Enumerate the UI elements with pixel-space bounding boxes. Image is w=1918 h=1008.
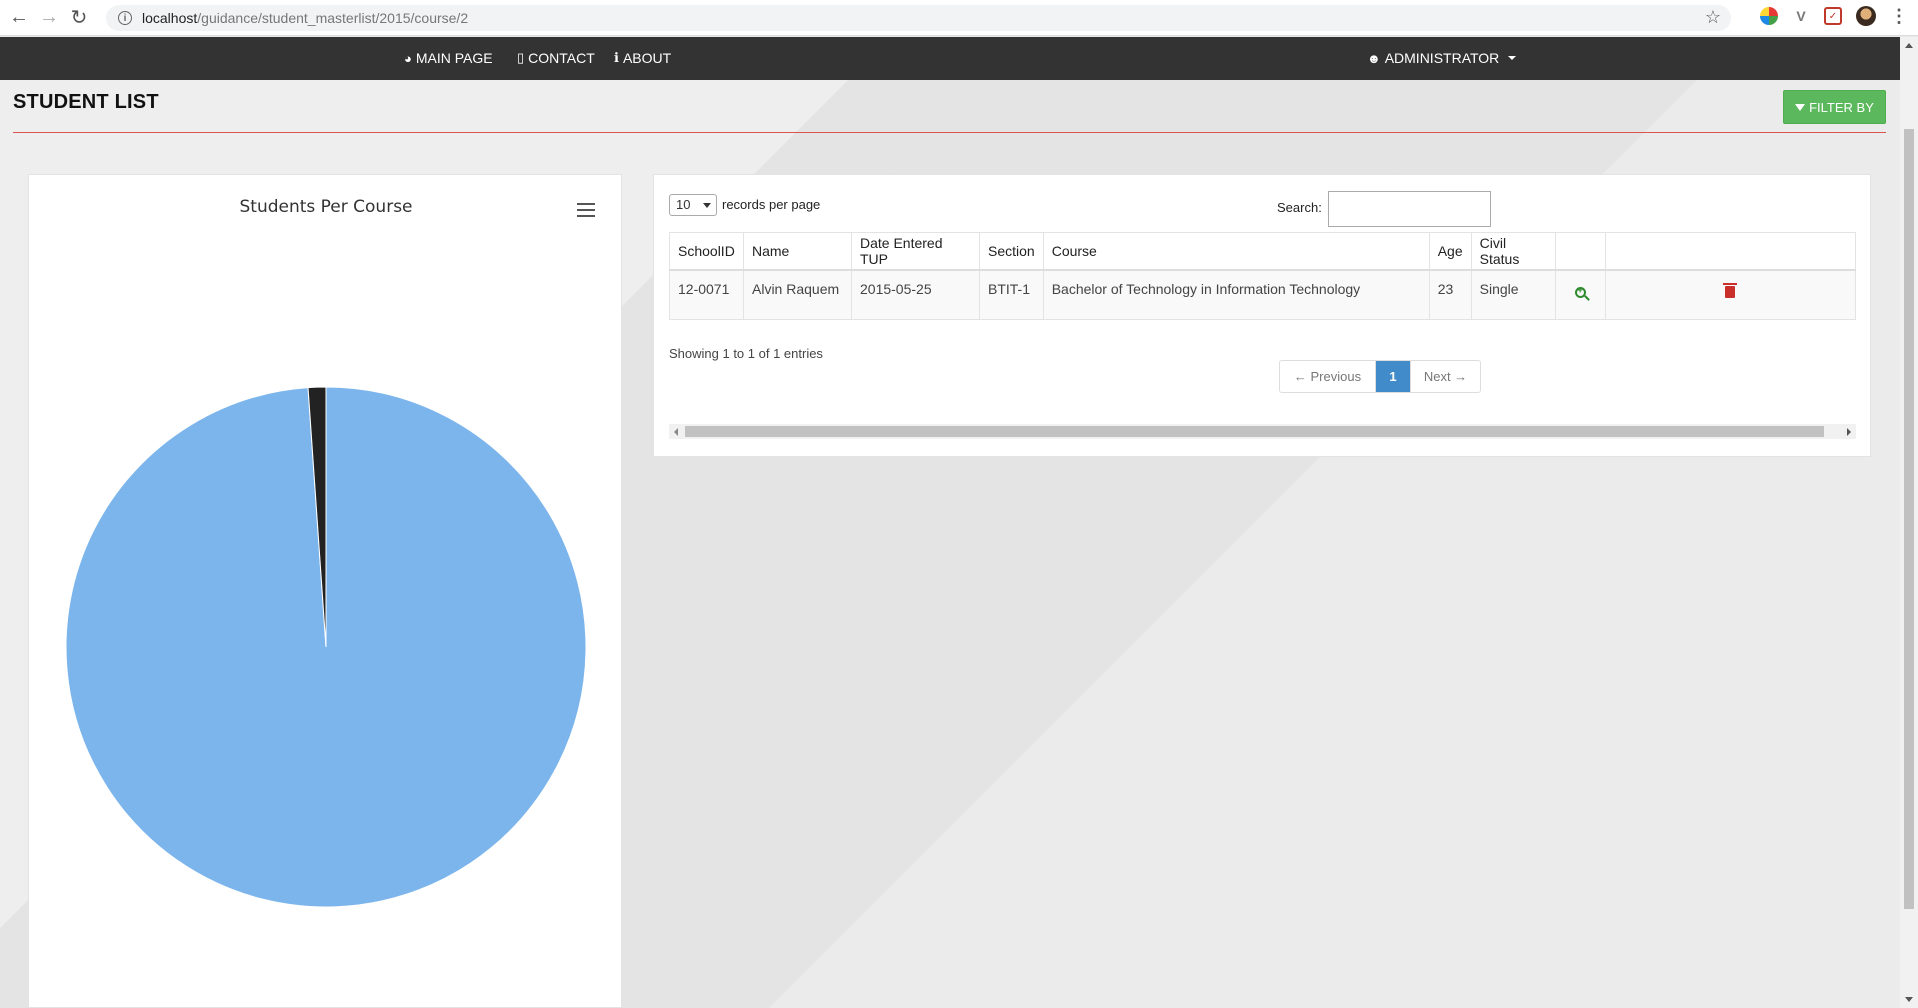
profile-avatar-icon[interactable]	[1856, 6, 1876, 26]
records-per-page-label: records per page	[722, 197, 821, 212]
records-per-page-value: 10	[676, 197, 691, 212]
col-delete	[1604, 232, 1857, 271]
page-1-button[interactable]: 1	[1376, 361, 1410, 392]
col-age[interactable]: Age	[1428, 232, 1472, 271]
caret-down-icon	[1508, 56, 1517, 60]
url-path: /guidance/student_masterlist/2015/course…	[197, 10, 469, 26]
info-icon: ℹ	[614, 50, 619, 65]
forward-arrow-icon[interactable]: →	[38, 6, 60, 29]
chart-panel: Students Per Course	[28, 174, 622, 1008]
nav-contact-label: CONTACT	[528, 50, 595, 66]
address-bar[interactable]: i localhost/guidance/student_masterlist/…	[106, 5, 1731, 31]
table-panel: 10 records per page Search: SchoolID Nam…	[653, 174, 1871, 457]
chart-title: Students Per Course	[239, 197, 413, 217]
nav-contact[interactable]: ▯ CONTACT	[517, 50, 595, 66]
back-arrow-icon[interactable]: ←	[8, 6, 30, 29]
nav-about-label: ABOUT	[622, 50, 672, 66]
col-section[interactable]: Section	[979, 232, 1044, 271]
cell-view	[1554, 269, 1606, 320]
filter-by-label: FILTER BY	[1809, 99, 1874, 115]
nav-about[interactable]: ℹ ABOUT	[614, 50, 671, 66]
trash-icon[interactable]	[1723, 282, 1738, 298]
pagination: ← Previous 1 Next →	[1279, 360, 1481, 393]
cell-age: 23	[1428, 269, 1472, 320]
color-extension-icon[interactable]	[1760, 7, 1778, 25]
filter-icon	[1795, 103, 1806, 111]
col-view	[1554, 232, 1606, 271]
col-name[interactable]: Name	[743, 232, 852, 271]
next-page-button[interactable]: Next →	[1410, 361, 1480, 392]
col-school-id[interactable]: SchoolID	[669, 232, 744, 271]
vertical-scrollbar[interactable]	[1900, 37, 1918, 1008]
info-icon[interactable]: i	[118, 11, 132, 25]
nav-main-page-label: MAIN PAGE	[415, 50, 493, 66]
reload-icon[interactable]: ↻	[68, 7, 90, 29]
cell-date-entered: 2015-05-25	[851, 269, 980, 320]
cell-civil-status: Single	[1470, 269, 1556, 320]
col-civil-status[interactable]: Civil Status	[1470, 232, 1556, 271]
user-menu[interactable]: ☻ ADMINISTRATOR	[1367, 50, 1517, 66]
phone-icon: ▯	[517, 50, 525, 65]
browser-menu-icon[interactable]: ⋮	[1890, 6, 1908, 26]
nav-main-page[interactable]: ◕ MAIN PAGE	[404, 50, 493, 66]
title-divider	[13, 132, 1886, 133]
scroll-down-icon[interactable]	[1905, 997, 1913, 1002]
bookmark-star-icon[interactable]: ☆	[1705, 7, 1721, 28]
table-info: Showing 1 to 1 of 1 entries	[669, 346, 823, 361]
scroll-up-icon[interactable]	[1905, 43, 1913, 48]
table-row: 12-0071 Alvin Raquem 2015-05-25 BTIT-1 B…	[669, 269, 1857, 320]
col-date-entered[interactable]: Date Entered TUP	[851, 232, 980, 271]
user-icon: ☻	[1367, 50, 1381, 66]
cell-school-id: 12-0071	[669, 269, 744, 320]
cell-name: Alvin Raquem	[743, 269, 852, 320]
scroll-right-icon[interactable]	[1847, 428, 1851, 436]
select-arrow-icon	[703, 203, 711, 208]
records-per-page-select[interactable]: 10	[669, 194, 717, 216]
app-navbar: ◕ MAIN PAGE ▯ CONTACT ℹ ABOUT ☻ ADMINIST…	[0, 37, 1900, 80]
vue-extension-icon[interactable]: V	[1792, 7, 1810, 25]
horizontal-scroll-thumb[interactable]	[685, 426, 1824, 437]
chart-menu-icon[interactable]	[577, 203, 595, 217]
search-input[interactable]	[1328, 191, 1491, 227]
pie-chart	[65, 386, 587, 908]
cell-course: Bachelor of Technology in Information Te…	[1042, 269, 1430, 320]
horizontal-scrollbar[interactable]	[669, 424, 1856, 439]
vertical-scroll-thumb[interactable]	[1904, 129, 1914, 909]
dashboard-icon: ◕	[404, 50, 412, 66]
url-host: localhost	[142, 10, 198, 26]
pocket-extension-icon[interactable]: ✓	[1824, 7, 1842, 25]
user-menu-label: ADMINISTRATOR	[1384, 50, 1500, 66]
page-title: STUDENT LIST	[13, 91, 159, 113]
zoom-in-icon[interactable]	[1574, 285, 1586, 298]
student-table: SchoolID Name Date Entered TUP Section C…	[669, 232, 1857, 320]
browser-toolbar: ← → ↻ i localhost/guidance/student_maste…	[0, 0, 1918, 36]
scroll-left-icon[interactable]	[674, 428, 678, 436]
col-course[interactable]: Course	[1042, 232, 1430, 271]
cell-delete	[1604, 269, 1857, 320]
search-label: Search:	[1277, 200, 1322, 215]
previous-page-button[interactable]: ← Previous	[1280, 361, 1376, 392]
cell-section: BTIT-1	[979, 269, 1044, 320]
table-header-row: SchoolID Name Date Entered TUP Section C…	[669, 232, 1857, 271]
filter-by-button[interactable]: FILTER BY	[1783, 90, 1886, 124]
